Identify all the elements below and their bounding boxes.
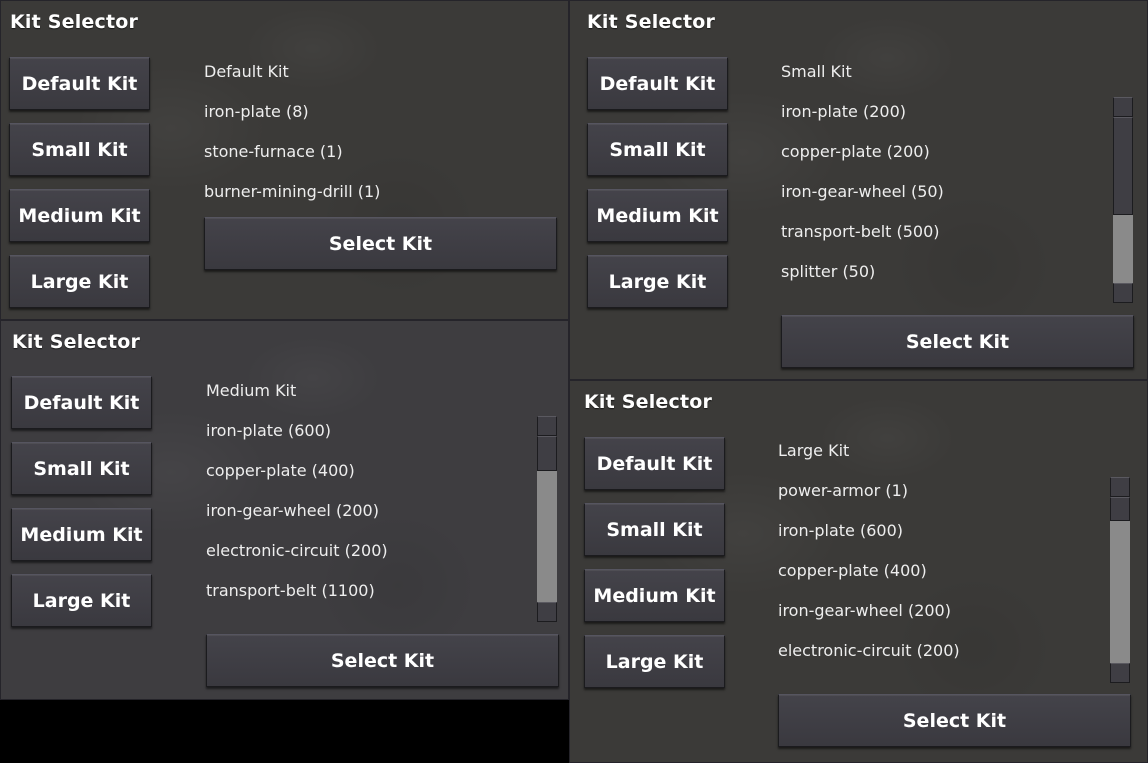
panel-title: Kit Selector <box>584 391 713 413</box>
list-item: burner-mining-drill (1) <box>204 182 381 201</box>
scroll-up-arrow[interactable] <box>537 416 557 436</box>
list-item: iron-plate (600) <box>206 421 332 440</box>
scroll-down-arrow[interactable] <box>537 602 557 622</box>
scroll-up-arrow[interactable] <box>1110 477 1130 497</box>
medium-kit-button[interactable]: Medium Kit <box>587 189 728 242</box>
kit-selector-panel-default: Kit Selector Default Kit Small Kit Mediu… <box>0 0 569 320</box>
scroll-track[interactable] <box>537 471 557 602</box>
kit-contents-list: Large Kit power-armor (1) iron-plate (60… <box>778 441 1098 671</box>
default-kit-button[interactable]: Default Kit <box>584 437 725 490</box>
select-kit-button[interactable]: Select Kit <box>781 315 1134 368</box>
kit-name-label: Large Kit <box>778 441 850 460</box>
list-item: splitter (50) <box>781 262 876 281</box>
contents-scrollbar[interactable] <box>1113 97 1133 303</box>
scroll-up-arrow[interactable] <box>1113 97 1133 117</box>
select-kit-button[interactable]: Select Kit <box>206 634 559 687</box>
small-kit-button[interactable]: Small Kit <box>11 442 152 495</box>
kit-name-label: Small Kit <box>781 62 852 81</box>
default-kit-button[interactable]: Default Kit <box>587 57 728 110</box>
list-item: electronic-circuit (200) <box>778 641 960 660</box>
list-item: electronic-circuit (200) <box>206 541 388 560</box>
scroll-thumb[interactable] <box>1110 497 1130 521</box>
small-kit-button[interactable]: Small Kit <box>9 123 150 176</box>
list-item: copper-plate (400) <box>206 461 355 480</box>
small-kit-button[interactable]: Small Kit <box>584 503 725 556</box>
list-item: copper-plate (400) <box>778 561 927 580</box>
kit-selector-panel-small: Kit Selector Default Kit Small Kit Mediu… <box>569 0 1148 380</box>
contents-scrollbar[interactable] <box>537 416 557 622</box>
list-item: copper-plate (200) <box>781 142 930 161</box>
kit-contents-list: Medium Kit iron-plate (600) copper-plate… <box>206 381 526 611</box>
default-kit-button[interactable]: Default Kit <box>11 376 152 429</box>
large-kit-button[interactable]: Large Kit <box>584 635 725 688</box>
kit-name-label: Default Kit <box>204 62 289 81</box>
list-item: transport-belt (500) <box>781 222 940 241</box>
contents-scrollbar[interactable] <box>1110 477 1130 683</box>
list-item: stone-furnace (1) <box>204 142 343 161</box>
small-kit-button[interactable]: Small Kit <box>587 123 728 176</box>
scroll-track[interactable] <box>1113 215 1133 283</box>
select-kit-button[interactable]: Select Kit <box>778 694 1131 747</box>
medium-kit-button[interactable]: Medium Kit <box>584 569 725 622</box>
kit-selector-panel-large: Kit Selector Default Kit Small Kit Mediu… <box>569 380 1148 763</box>
medium-kit-button[interactable]: Medium Kit <box>11 508 152 561</box>
large-kit-button[interactable]: Large Kit <box>9 255 150 308</box>
kit-name-label: Medium Kit <box>206 381 297 400</box>
list-item: iron-gear-wheel (50) <box>781 182 944 201</box>
scroll-down-arrow[interactable] <box>1110 663 1130 683</box>
scroll-down-arrow[interactable] <box>1113 283 1133 303</box>
scroll-thumb[interactable] <box>537 436 557 471</box>
list-item: iron-plate (8) <box>204 102 309 121</box>
list-item: power-armor (1) <box>778 481 909 500</box>
scroll-track[interactable] <box>1110 521 1130 663</box>
select-kit-button[interactable]: Select Kit <box>204 217 557 270</box>
kit-contents-list: Default Kit iron-plate (8) stone-furnace… <box>204 62 534 212</box>
large-kit-button[interactable]: Large Kit <box>11 574 152 627</box>
list-item: iron-gear-wheel (200) <box>778 601 951 620</box>
list-item: iron-plate (200) <box>781 102 907 121</box>
medium-kit-button[interactable]: Medium Kit <box>9 189 150 242</box>
kit-contents-list: Small Kit iron-plate (200) copper-plate … <box>781 62 1101 292</box>
list-item: transport-belt (1100) <box>206 581 375 600</box>
list-item: iron-plate (600) <box>778 521 904 540</box>
list-item: iron-gear-wheel (200) <box>206 501 379 520</box>
kit-selector-panel-medium: Kit Selector Default Kit Small Kit Mediu… <box>0 320 569 700</box>
scroll-thumb[interactable] <box>1113 117 1133 215</box>
large-kit-button[interactable]: Large Kit <box>587 255 728 308</box>
panel-title: Kit Selector <box>12 331 141 353</box>
panel-title: Kit Selector <box>10 11 139 33</box>
panel-title: Kit Selector <box>587 11 716 33</box>
default-kit-button[interactable]: Default Kit <box>9 57 150 110</box>
